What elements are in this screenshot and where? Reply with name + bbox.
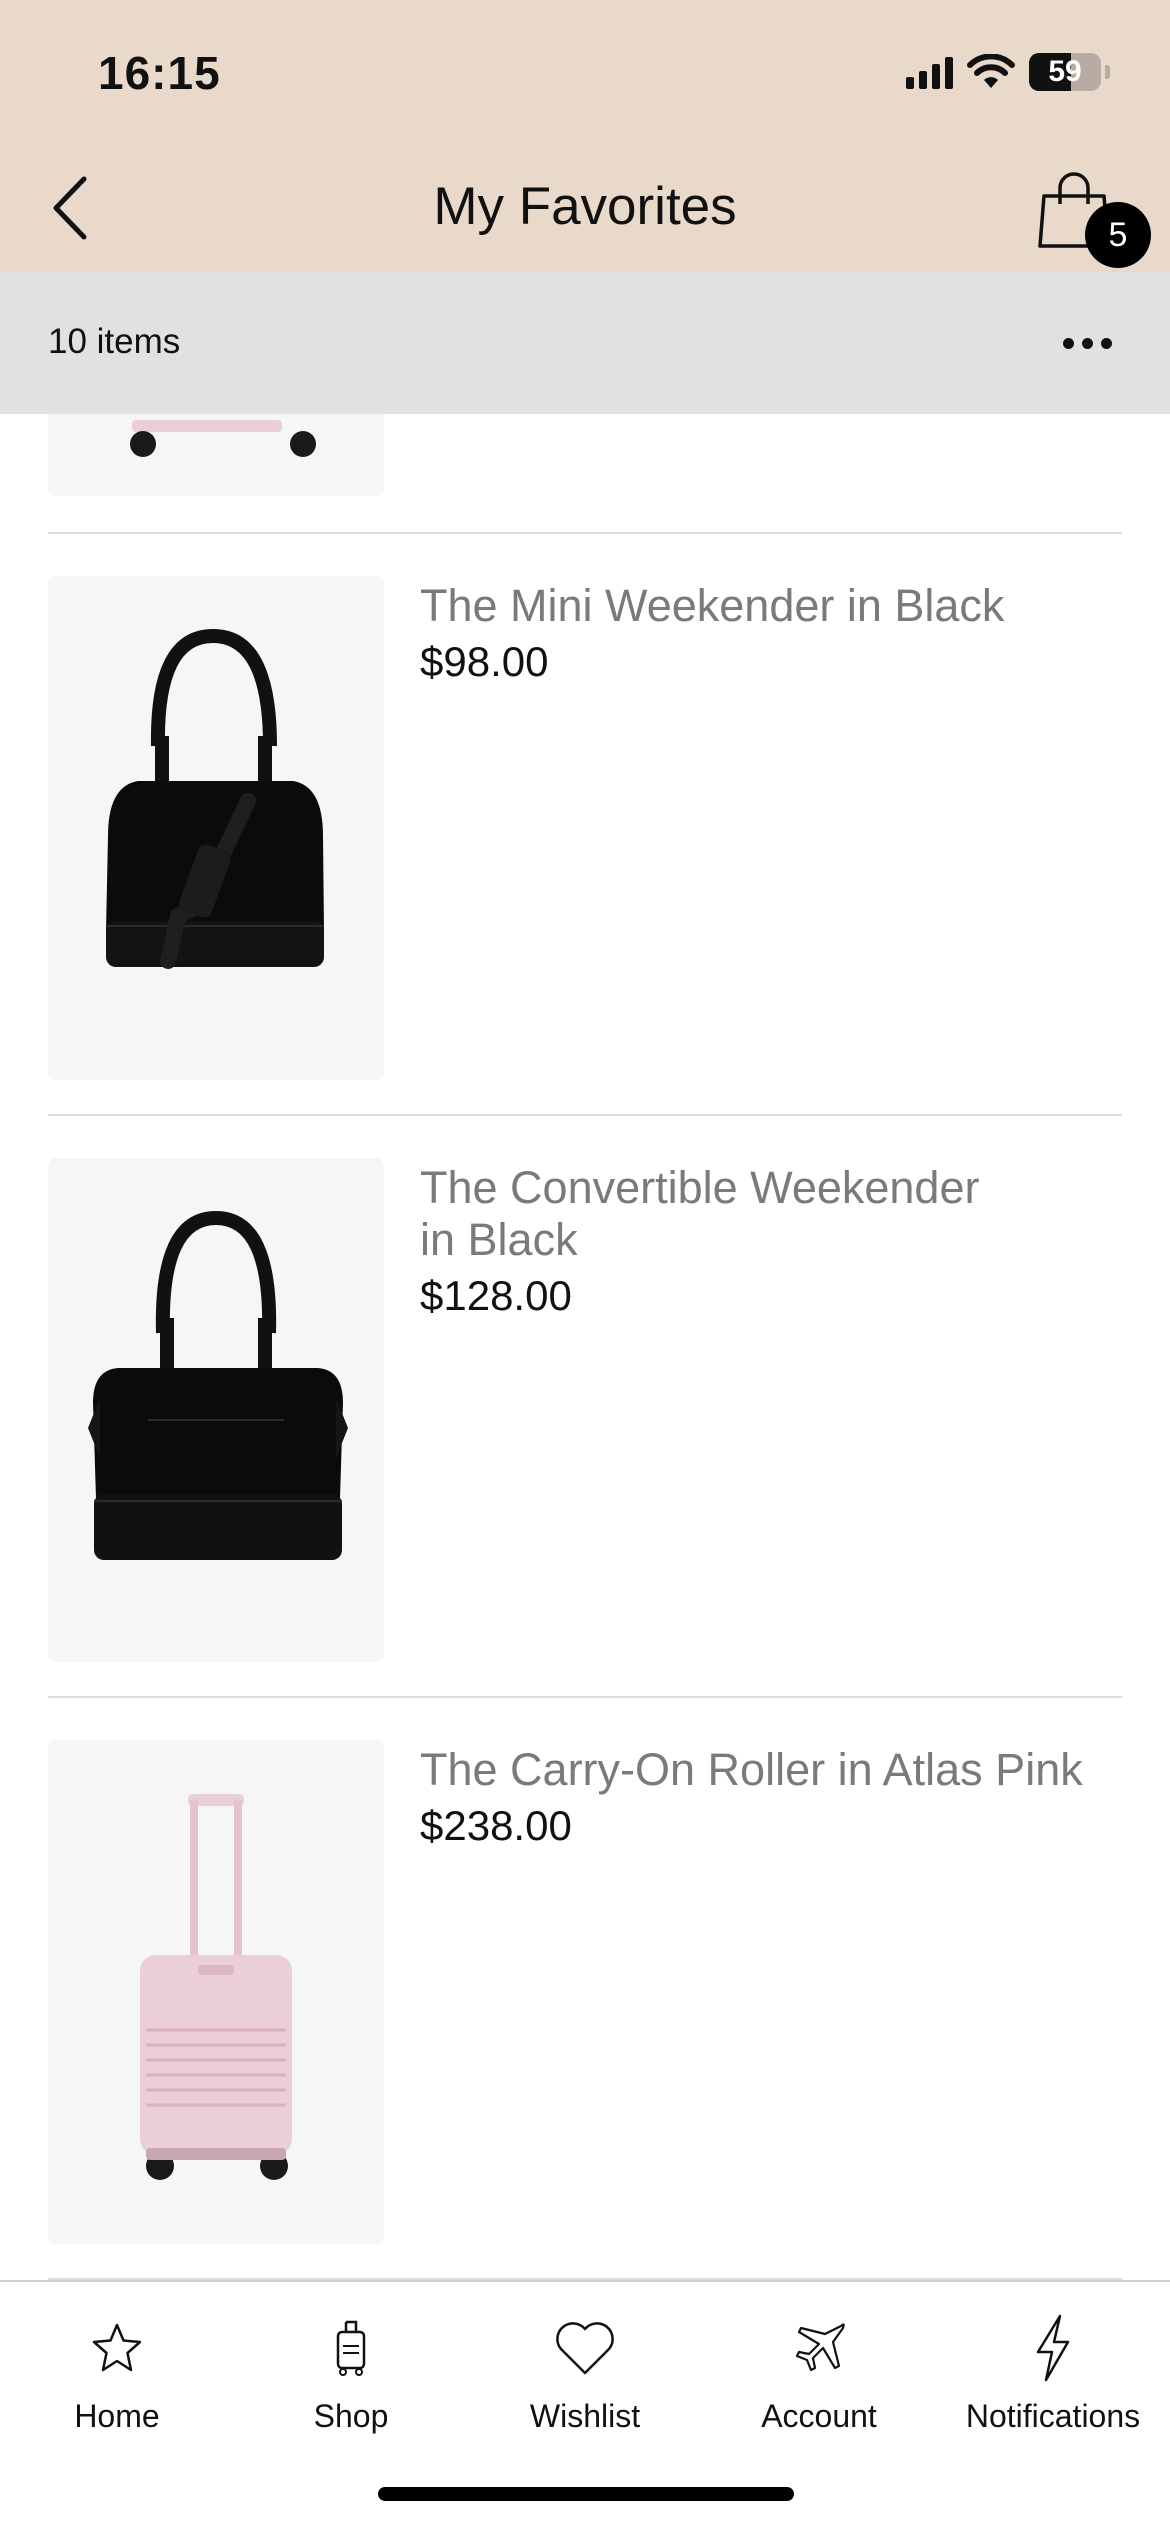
product-price: $128.00 xyxy=(420,1272,572,1319)
home-indicator xyxy=(378,2487,794,2501)
list-divider xyxy=(48,1696,1122,1698)
product-price: $238.00 xyxy=(420,1802,572,1849)
tab-label: Home xyxy=(74,2398,160,2434)
product-image-convertible-weekender[interactable] xyxy=(48,1158,384,1662)
status-icons: 59 xyxy=(906,50,1110,94)
tab-label: Shop xyxy=(313,2398,389,2434)
luggage-icon xyxy=(336,2320,366,2376)
tab-shop[interactable]: Shop xyxy=(234,2282,468,2442)
wifi-icon xyxy=(967,54,1015,88)
battery-tip xyxy=(1105,65,1110,79)
partial-product-image[interactable] xyxy=(48,414,384,496)
tab-label: Wishlist xyxy=(529,2398,641,2434)
more-options-button[interactable] xyxy=(1052,318,1122,368)
product-name[interactable]: The Convertible Weekender in Black xyxy=(420,1162,1020,1266)
tab-notifications[interactable]: Notifications xyxy=(936,2282,1170,2442)
list-item[interactable]: The Mini Weekender in Black $98.00 xyxy=(0,576,1170,1080)
product-image-mini-weekender[interactable] xyxy=(48,576,384,1080)
list-divider xyxy=(48,1114,1122,1116)
cart-button[interactable]: 5 xyxy=(1030,164,1151,274)
tab-label: Account xyxy=(761,2398,877,2434)
tab-account[interactable]: Account xyxy=(702,2282,936,2442)
heart-icon xyxy=(556,2322,614,2375)
product-name[interactable]: The Mini Weekender in Black xyxy=(420,580,1100,632)
cart-count-badge: 5 xyxy=(1085,202,1151,268)
more-dot-icon xyxy=(1081,337,1093,349)
items-count: 10 items xyxy=(48,322,181,361)
product-price: $98.00 xyxy=(420,638,549,685)
list-divider xyxy=(48,532,1122,534)
airplane-icon xyxy=(795,2323,845,2372)
favorites-list[interactable]: The Mini Weekender in Black $98.00 The C… xyxy=(0,414,1170,2280)
status-time: 16:15 xyxy=(98,47,221,99)
star-icon xyxy=(92,2323,142,2372)
product-name[interactable]: The Carry-On Roller in Atlas Pink xyxy=(420,1744,1100,1796)
more-dot-icon xyxy=(1062,337,1074,349)
product-image-carry-on-roller[interactable] xyxy=(48,1740,384,2244)
favorites-toolbar: 10 items xyxy=(0,272,1170,414)
list-item[interactable]: The Carry-On Roller in Atlas Pink $238.0… xyxy=(0,1740,1170,2244)
tab-wishlist[interactable]: Wishlist xyxy=(468,2282,702,2442)
cellular-signal-icon xyxy=(906,55,953,89)
top-header: 16:15 59 My Favorites 5 xyxy=(0,0,1170,272)
page-title: My Favorites xyxy=(433,177,737,236)
battery-icon: 59 xyxy=(1029,53,1101,91)
list-item[interactable]: The Convertible Weekender in Black $128.… xyxy=(0,1158,1170,1662)
battery-percent: 59 xyxy=(1048,55,1082,88)
tab-label: Notifications xyxy=(965,2398,1141,2434)
more-dot-icon xyxy=(1100,337,1112,349)
tab-home[interactable]: Home xyxy=(0,2282,234,2442)
lightning-icon xyxy=(1036,2314,1070,2382)
